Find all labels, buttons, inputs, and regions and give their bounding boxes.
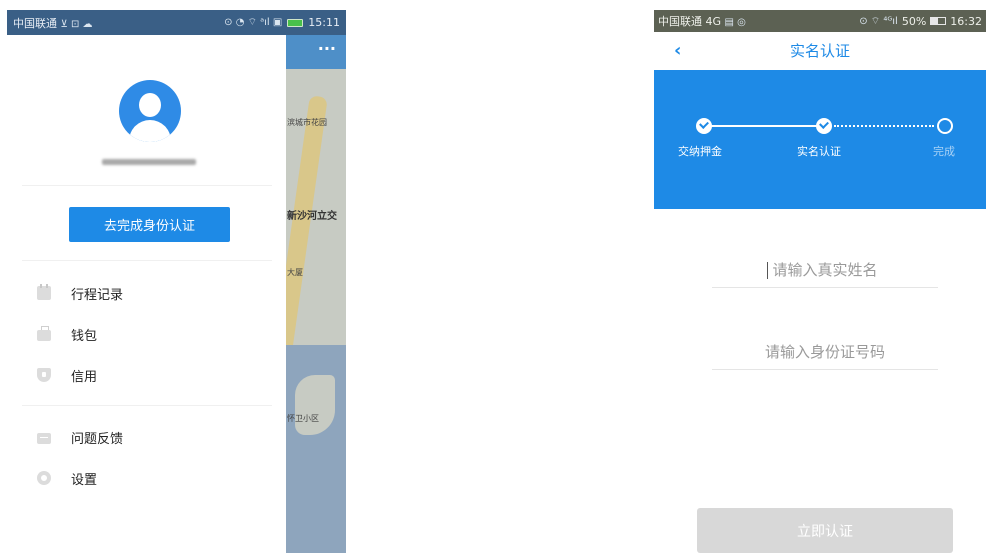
avatar-body (129, 120, 171, 142)
status-icons: ⊙ ⌔ ⁴ᴳıl (859, 15, 898, 27)
divider (22, 185, 272, 186)
step-2-label: 实名认证 (797, 145, 841, 158)
complete-identity-auth-button[interactable]: 去完成身份认证 (69, 207, 230, 242)
step-connector-done (704, 125, 824, 127)
map-label: 新沙河立交 (287, 211, 337, 222)
notification-icons: ⊻ ⊡ ☁ (60, 18, 93, 30)
gear-icon (37, 471, 51, 485)
navigation-bar: 实名认证 ‹ (654, 32, 986, 70)
menu-item-label: 设置 (71, 472, 98, 488)
calendar-icon (37, 284, 51, 300)
id-number-input[interactable] (712, 335, 938, 370)
status-bar: 中国联通 4G ▤ ◎ ⊙ ⌔ ⁴ᴳıl 50% 16:32 (654, 10, 986, 32)
status-bar-left: 中国联通 ⊻ ⊡ ☁ (13, 15, 93, 31)
battery-percent: 50% (901, 14, 927, 28)
battery-icon (287, 18, 304, 27)
wallet-icon (37, 326, 51, 341)
map-label: 大厦 (287, 268, 303, 277)
page-title: 实名认证 (789, 42, 850, 60)
avatar[interactable] (119, 80, 181, 142)
step-connector-pending (834, 125, 934, 127)
battery-icon (930, 17, 947, 25)
more-menu-button[interactable]: ··· (285, 35, 346, 69)
real-name-input[interactable] (712, 253, 938, 288)
status-icons: ⊙ ◔ ⌔ ᵃıl ▣ (224, 17, 283, 28)
divider (22, 260, 272, 261)
menu-item-label: 信用 (71, 369, 98, 385)
carrier-name: 中国联通 (13, 16, 57, 30)
map-label: 怀卫小区 (287, 414, 319, 423)
map-label: 滨城市花园 (287, 118, 327, 127)
carrier-name: 中国联通 4G (658, 15, 722, 28)
clock: 15:11 (308, 16, 340, 29)
map-view[interactable]: ··· 滨城市花园 新沙河立交 大厦 怀卫小区 (285, 35, 346, 553)
menu-item-wallet[interactable]: 钱包 (37, 323, 97, 345)
menu-item-settings[interactable]: 设置 (37, 467, 97, 489)
progress-steps: 交纳押金 实名认证 完成 (654, 70, 986, 209)
divider (22, 405, 272, 406)
menu-item-label: 行程记录 (71, 287, 124, 303)
step-3-circle-icon (937, 118, 953, 134)
status-bar-right: ⊙ ⌔ ⁴ᴳıl 50% 16:32 (859, 15, 982, 28)
shield-icon (37, 368, 51, 382)
menu-item-credit[interactable]: 信用 (37, 364, 97, 386)
step-1-label: 交纳押金 (678, 145, 722, 158)
menu-item-trip-records[interactable]: 行程记录 (37, 282, 123, 304)
menu-item-feedback[interactable]: 问题反馈 (37, 426, 123, 448)
text-cursor (767, 262, 768, 279)
right-phone-screen: 中国联通 4G ▤ ◎ ⊙ ⌔ ⁴ᴳıl 50% 16:32 实名认证 ‹ 交纳… (654, 10, 986, 553)
status-bar: 中国联通 ⊻ ⊡ ☁ ⊙ ◔ ⌔ ᵃıl ▣ 15:11 (7, 10, 346, 35)
step-1-check-icon (696, 118, 712, 134)
back-arrow-icon[interactable]: ‹ (674, 42, 690, 60)
step-3-label: 完成 (933, 145, 955, 158)
clock: 16:32 (950, 14, 982, 28)
notification-icons: ▤ ◎ (724, 17, 746, 28)
side-drawer: 去完成身份认证 行程记录 钱包 信用 问题反馈 设置 (7, 35, 286, 553)
map-land (295, 375, 335, 435)
menu-item-label: 钱包 (71, 328, 98, 344)
username-redacted (102, 159, 196, 165)
menu-item-label: 问题反馈 (71, 431, 124, 447)
step-2-check-icon (816, 118, 832, 134)
status-bar-left: 中国联通 4G ▤ ◎ (658, 13, 746, 29)
message-icon (37, 432, 51, 444)
status-bar-right: ⊙ ◔ ⌔ ᵃıl ▣ 15:11 (224, 16, 340, 29)
avatar-head (139, 93, 161, 117)
verify-now-button[interactable]: 立即认证 (697, 508, 953, 553)
left-phone-screen: 中国联通 ⊻ ⊡ ☁ ⊙ ◔ ⌔ ᵃıl ▣ 15:11 ··· 滨城市花园 新… (7, 10, 346, 553)
